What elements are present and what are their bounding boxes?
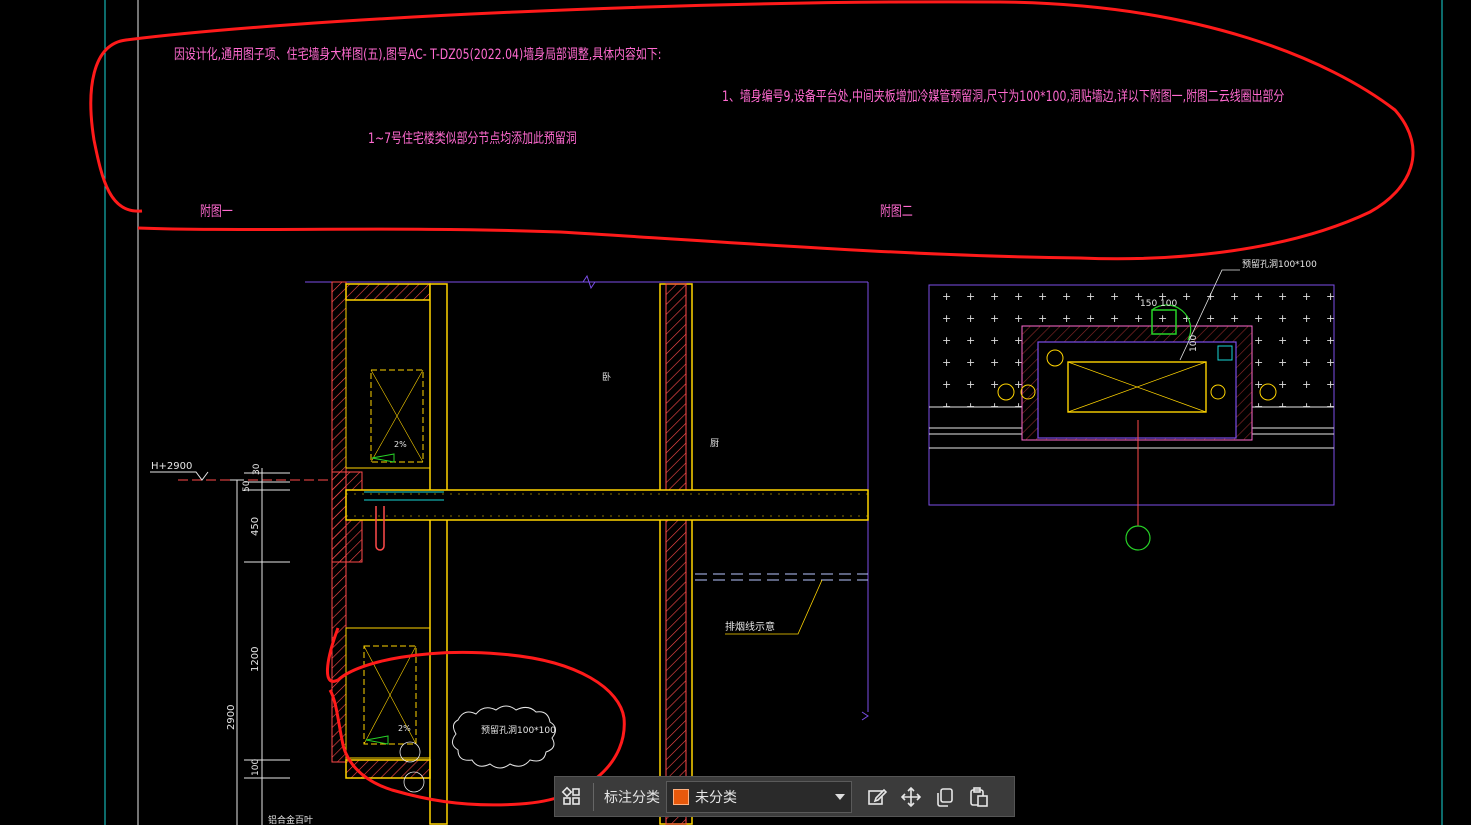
- hole-note-left: 预留孔洞100*100: [481, 724, 556, 736]
- dim-100-vertical: 100: [1189, 335, 1199, 352]
- dim-50: 50: [242, 480, 252, 492]
- grid-icon[interactable]: [555, 780, 589, 814]
- note-line-1: 因设计化,通用图子项、住宅墙身大样图(五),图号AC- T-DZ05(2022.…: [174, 47, 662, 63]
- dim-100: 100: [251, 759, 261, 776]
- toolbar-divider: [593, 782, 594, 811]
- detail-two: [928, 269, 1335, 551]
- elevation-label: H+2900: [151, 461, 192, 472]
- annotation-toolbar: 标注分类 未分类: [554, 776, 1015, 817]
- cad-canvas[interactable]: +: [0, 0, 1471, 825]
- room-label-right: 厨: [710, 438, 719, 449]
- revision-cloud-notes: [89, 0, 1415, 261]
- edit-icon[interactable]: [860, 780, 894, 814]
- dim-30: 30: [252, 463, 262, 475]
- figure-two-label: 附图二: [880, 204, 913, 220]
- dim-2900: 2900: [226, 705, 237, 730]
- chevron-down-icon: [835, 793, 845, 800]
- copy-icon[interactable]: [928, 780, 962, 814]
- note-line-3: 1~7号住宅楼类似部分节点均添加此预留洞: [368, 131, 577, 147]
- slope-upper: 2%: [394, 440, 407, 449]
- category-swatch: [673, 788, 689, 805]
- category-select[interactable]: 未分类: [666, 780, 852, 813]
- category-label: 标注分类: [604, 789, 660, 806]
- hole-note-right: 预留孔洞100*100: [1242, 258, 1317, 270]
- bottom-note: 铝合金百叶: [268, 814, 313, 825]
- slope-lower: 2%: [398, 724, 411, 733]
- figure-one-label: 附图一: [200, 204, 233, 220]
- room-label-upper: 卧: [602, 371, 611, 383]
- note-line-2: 1、墙身编号9,设备平台处,中间夹板增加冷媒管预留洞,尺寸为100*100,洞贴…: [722, 89, 1285, 105]
- line-note: 排烟线示意: [725, 620, 775, 633]
- move-icon[interactable]: [894, 780, 928, 814]
- category-value: 未分类: [695, 789, 737, 806]
- dim-450: 450: [250, 517, 261, 536]
- dim-1200: 1200: [250, 647, 261, 672]
- dim-150-100: 150 100: [1140, 299, 1177, 309]
- detail-one: [150, 274, 869, 825]
- paste-icon[interactable]: [962, 780, 996, 814]
